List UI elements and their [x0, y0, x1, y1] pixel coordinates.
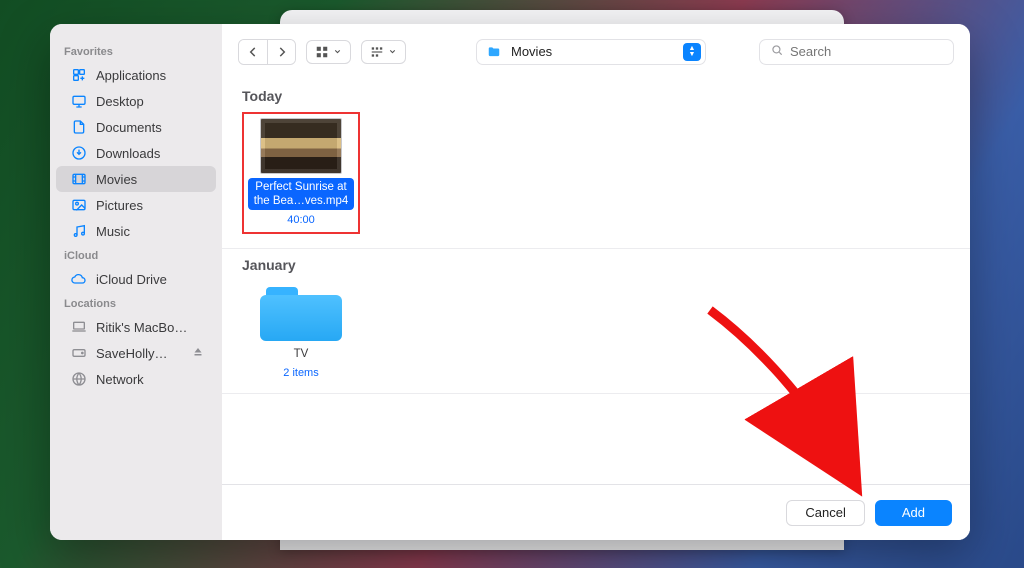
sidebar-item-label: Desktop	[96, 94, 206, 109]
open-panel: Favorites Applications Desktop Documents…	[50, 24, 970, 540]
search-field[interactable]	[759, 39, 954, 65]
sidebar-item-label: iCloud Drive	[96, 272, 206, 287]
pictures-icon	[70, 196, 88, 214]
laptop-icon	[70, 318, 88, 336]
sidebar-item-label: Downloads	[96, 146, 206, 161]
sidebar-item-label: Movies	[96, 172, 206, 187]
sidebar-item-volume[interactable]: SaveHolly…	[56, 340, 216, 366]
disk-icon	[70, 344, 88, 362]
music-icon	[70, 222, 88, 240]
eject-icon[interactable]	[192, 346, 206, 361]
main-pane: Movies ▲▼ Today Perfect Sunrise at the B…	[222, 24, 970, 540]
cloud-icon	[70, 270, 88, 288]
document-icon	[70, 118, 88, 136]
sidebar-section-header: iCloud	[50, 244, 222, 266]
sidebar-item-applications[interactable]: Applications	[56, 62, 216, 88]
video-thumbnail	[260, 118, 342, 174]
sidebar-item-pictures[interactable]: Pictures	[56, 192, 216, 218]
sidebar-section-header: Locations	[50, 292, 222, 314]
sidebar-item-network[interactable]: Network	[56, 366, 216, 392]
folder-thumbnail	[260, 281, 342, 341]
movies-icon	[70, 170, 88, 188]
file-name: TV	[290, 345, 313, 363]
desktop-icon	[70, 92, 88, 110]
file-meta: 40:00	[287, 214, 315, 226]
file-browser[interactable]: Today Perfect Sunrise at the Bea…ves.mp4…	[222, 80, 970, 484]
location-popup[interactable]: Movies ▲▼	[476, 39, 706, 65]
back-button[interactable]	[239, 40, 267, 64]
add-button[interactable]: Add	[875, 500, 952, 526]
search-icon	[770, 43, 784, 60]
chevron-down-icon	[388, 44, 397, 59]
folder-item[interactable]: TV 2 items	[242, 281, 360, 379]
search-input[interactable]	[790, 44, 966, 59]
forward-button[interactable]	[267, 40, 295, 64]
nav-buttons	[238, 39, 296, 65]
sidebar-item-documents[interactable]: Documents	[56, 114, 216, 140]
cancel-button[interactable]: Cancel	[786, 500, 864, 526]
sidebar-item-desktop[interactable]: Desktop	[56, 88, 216, 114]
sidebar: Favorites Applications Desktop Documents…	[50, 24, 222, 540]
applications-icon	[70, 66, 88, 84]
group-mode-button[interactable]	[361, 40, 406, 64]
updown-icon: ▲▼	[683, 43, 701, 61]
sidebar-item-this-mac[interactable]: Ritik's MacBo…	[56, 314, 216, 340]
sidebar-item-movies[interactable]: Movies	[56, 166, 216, 192]
location-name: Movies	[511, 44, 675, 59]
sidebar-item-label: SaveHolly…	[96, 346, 184, 361]
sidebar-item-music[interactable]: Music	[56, 218, 216, 244]
downloads-icon	[70, 144, 88, 162]
sidebar-item-icloud-drive[interactable]: iCloud Drive	[56, 266, 216, 292]
file-meta: 2 items	[283, 367, 318, 379]
sidebar-item-label: Applications	[96, 68, 206, 83]
toolbar: Movies ▲▼	[222, 24, 970, 80]
sidebar-section-header: Favorites	[50, 40, 222, 62]
sidebar-item-label: Ritik's MacBo…	[96, 320, 206, 335]
sidebar-item-downloads[interactable]: Downloads	[56, 140, 216, 166]
group-header: Today	[222, 80, 970, 108]
sidebar-item-label: Pictures	[96, 198, 206, 213]
view-mode-button[interactable]	[306, 40, 351, 64]
network-icon	[70, 370, 88, 388]
dialog-footer: Cancel Add	[222, 484, 970, 540]
sidebar-item-label: Network	[96, 372, 206, 387]
chevron-down-icon	[333, 44, 342, 59]
file-name: Perfect Sunrise at the Bea…ves.mp4	[248, 178, 354, 210]
folder-icon	[485, 45, 503, 59]
sidebar-item-label: Documents	[96, 120, 206, 135]
sidebar-item-label: Music	[96, 224, 206, 239]
group-header: January	[222, 249, 970, 277]
file-item[interactable]: Perfect Sunrise at the Bea…ves.mp4 40:00	[242, 112, 360, 234]
